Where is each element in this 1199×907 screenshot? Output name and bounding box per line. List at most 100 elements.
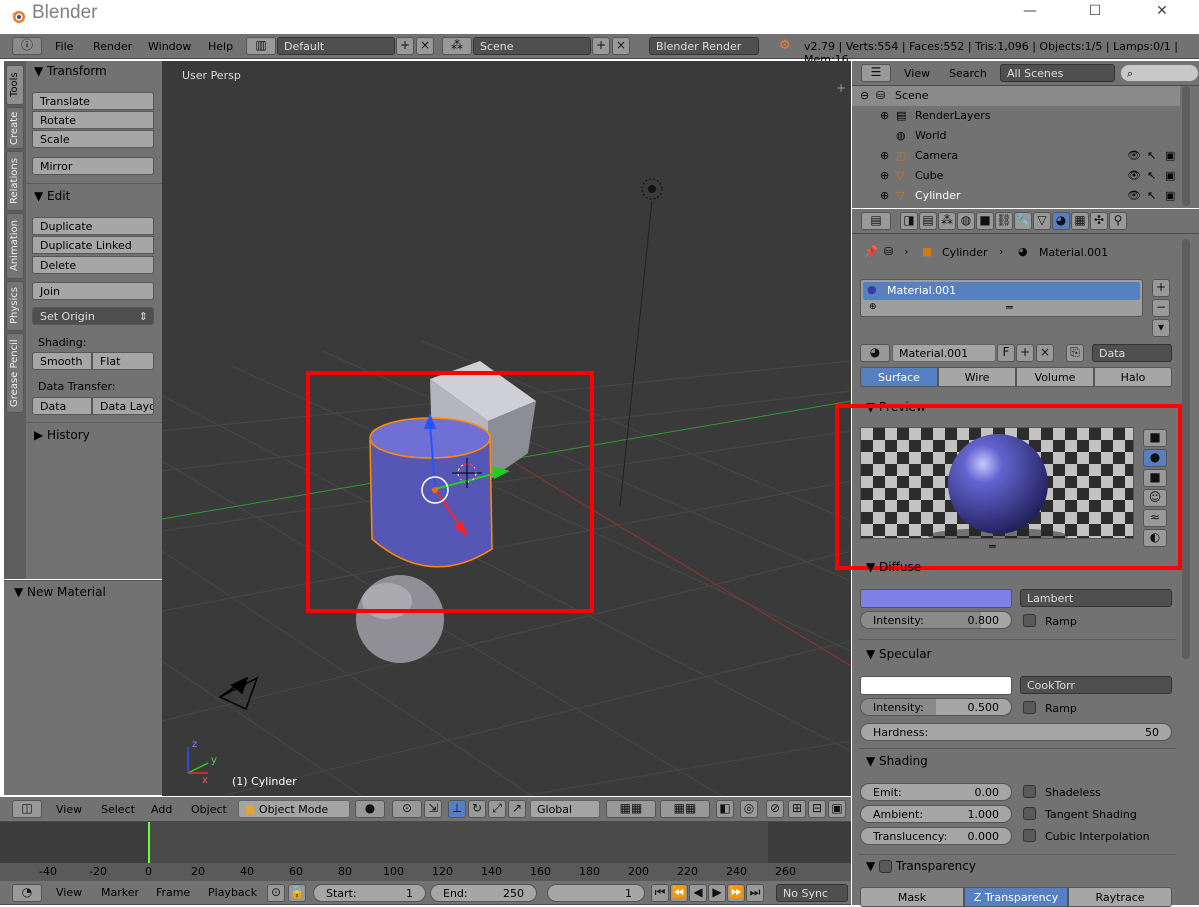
- slot-specials-button[interactable]: ▾: [1152, 319, 1170, 337]
- shadeless-checkbox[interactable]: [1023, 785, 1036, 798]
- specular-color-swatch[interactable]: [860, 676, 1012, 695]
- duplicate-button[interactable]: Duplicate: [32, 217, 154, 235]
- scene-tab-icon[interactable]: ⁂: [938, 212, 956, 230]
- expand-icon[interactable]: ⊕: [880, 169, 889, 182]
- tab-create[interactable]: Create: [6, 107, 24, 149]
- material-browse-icon[interactable]: ◕: [860, 344, 890, 362]
- collapse-icon[interactable]: ⊖: [860, 89, 869, 102]
- specular-shader-select[interactable]: CookTorr: [1020, 676, 1172, 694]
- menu-timeline-view[interactable]: View: [56, 886, 82, 899]
- add-slot-button[interactable]: +: [1152, 279, 1170, 297]
- specular-ramp-checkbox[interactable]: [1023, 701, 1036, 714]
- outliner-search-input[interactable]: ⌕: [1120, 64, 1199, 82]
- render-layers-tab-icon[interactable]: ▤: [919, 212, 937, 230]
- menu-object[interactable]: Object: [191, 803, 227, 816]
- translate-manipulator-icon[interactable]: ⊥: [448, 800, 466, 818]
- outliner-row-cylinder[interactable]: ⊕ ▽ Cylinder 👁 ↖ ▣: [852, 186, 1180, 206]
- tab-physics[interactable]: Physics: [6, 281, 24, 331]
- specular-intensity-slider[interactable]: Intensity: 0.500: [860, 698, 1012, 716]
- snap-target-icon[interactable]: ⊞: [788, 800, 806, 818]
- tab-halo[interactable]: Halo: [1094, 367, 1172, 387]
- screen-layout-icon[interactable]: ▥: [246, 37, 276, 55]
- outliner-row-camera[interactable]: ⊕ ◰ Camera 👁 ↖ ▣: [852, 146, 1180, 166]
- duplicate-linked-button[interactable]: Duplicate Linked: [32, 236, 154, 254]
- menu-help[interactable]: Help: [208, 40, 233, 53]
- jump-start-icon[interactable]: ⏮: [651, 884, 669, 902]
- visibility-eye-icon[interactable]: 👁: [1127, 169, 1141, 182]
- tab-mask[interactable]: Mask: [860, 887, 964, 907]
- breadcrumb-material[interactable]: Material.001: [1039, 246, 1108, 259]
- lock-camera-icon[interactable]: ◧: [716, 800, 734, 818]
- scene-icon[interactable]: ⁂: [442, 37, 472, 55]
- orientation-select[interactable]: Global: [530, 800, 600, 818]
- outliner-row-renderlayers[interactable]: ⊕ ▤ RenderLayers: [852, 106, 1180, 126]
- render-camera-icon[interactable]: ▣: [1165, 189, 1175, 202]
- tab-z-transparency[interactable]: Z Transparency: [964, 887, 1068, 907]
- list-resize-handle[interactable]: ═: [1006, 301, 1013, 314]
- tab-surface[interactable]: Surface: [860, 367, 938, 387]
- layers-group-2[interactable]: ▦▦: [660, 800, 710, 818]
- remove-slot-button[interactable]: −: [1152, 299, 1170, 317]
- outliner-row-cube[interactable]: ⊕ ▽ Cube 👁 ↖ ▣: [852, 166, 1180, 186]
- render-camera-icon[interactable]: ▣: [1165, 149, 1175, 162]
- add-layout-button[interactable]: +: [396, 37, 414, 55]
- diffuse-color-swatch[interactable]: [860, 589, 1012, 608]
- lamp-object[interactable]: [619, 178, 663, 507]
- menu-render[interactable]: Render: [93, 40, 132, 53]
- object-tab-icon[interactable]: ■: [976, 212, 994, 230]
- transparency-checkbox[interactable]: [879, 860, 893, 873]
- material-name-field[interactable]: Material.001: [892, 344, 996, 362]
- next-keyframe-icon[interactable]: ⏩: [727, 884, 745, 902]
- scale-manipulator-icon[interactable]: ⤢: [488, 800, 506, 818]
- set-origin-select[interactable]: Set Origin ⇕: [32, 307, 154, 325]
- fake-user-button[interactable]: F: [997, 344, 1015, 362]
- outliner-row-world[interactable]: ◍ World: [852, 126, 1180, 146]
- constraints-tab-icon[interactable]: ⛓: [995, 212, 1013, 230]
- pin-icon[interactable]: 📌: [864, 245, 878, 258]
- copy-material-icon[interactable]: ⎘: [1066, 344, 1084, 362]
- render-engine-select[interactable]: Blender Render: [649, 37, 759, 55]
- ambient-field[interactable]: Ambient: 1.000: [860, 805, 1012, 823]
- menu-playback[interactable]: Playback: [208, 886, 257, 899]
- translucency-field[interactable]: Translucency: 0.000: [860, 827, 1012, 845]
- tab-volume[interactable]: Volume: [1016, 367, 1094, 387]
- outliner-row-scene[interactable]: ⊖ ⛁ Scene: [852, 86, 1180, 106]
- edit-panel-header[interactable]: ▼ Edit: [34, 189, 70, 203]
- operator-panel-header[interactable]: ▼ New Material: [14, 585, 106, 599]
- menu-marker[interactable]: Marker: [101, 886, 139, 899]
- emit-field[interactable]: Emit: 0.00: [860, 783, 1012, 801]
- material-tab-icon[interactable]: ◕: [1052, 212, 1070, 230]
- manipulator-extra-icon[interactable]: ↗: [508, 800, 526, 818]
- physics-tab-icon[interactable]: ⚲: [1109, 212, 1127, 230]
- data-layout-button[interactable]: Data Layo: [92, 397, 154, 415]
- history-panel-header[interactable]: ▶ History: [34, 428, 90, 442]
- link-type-select[interactable]: Data: [1092, 344, 1172, 362]
- timeline-area[interactable]: -40 -20 0 20 40 60 80 100 120 140 160 18…: [0, 822, 851, 881]
- minimize-button[interactable]: —: [1017, 3, 1043, 23]
- breadcrumb-object[interactable]: Cylinder: [942, 246, 988, 259]
- visibility-eye-icon[interactable]: 👁: [1127, 149, 1141, 162]
- material-slot-item[interactable]: ● Material.001: [863, 282, 1140, 300]
- current-frame-field[interactable]: 1: [547, 884, 645, 902]
- menu-select[interactable]: Select: [101, 803, 135, 816]
- tab-grease-pencil[interactable]: Grease Pencil: [6, 333, 24, 413]
- remove-layout-button[interactable]: ×: [416, 37, 434, 55]
- hardness-slider[interactable]: Hardness: 50: [860, 723, 1172, 741]
- tab-raytrace[interactable]: Raytrace: [1068, 887, 1172, 907]
- outliner-scrollbar[interactable]: [1182, 86, 1190, 206]
- unlink-material-button[interactable]: ×: [1036, 344, 1054, 362]
- diffuse-intensity-slider[interactable]: Intensity: 0.800: [860, 611, 1012, 629]
- remove-scene-button[interactable]: ×: [612, 37, 630, 55]
- outliner-menu-search[interactable]: Search: [949, 67, 987, 80]
- modifiers-tab-icon[interactable]: 🔧: [1014, 212, 1032, 230]
- scale-button[interactable]: Scale: [32, 130, 154, 148]
- menu-window[interactable]: Window: [148, 40, 191, 53]
- selectable-cursor-icon[interactable]: ↖: [1147, 149, 1156, 162]
- keying-lock-icon[interactable]: 🔒: [288, 884, 306, 902]
- join-button[interactable]: Join: [32, 282, 154, 300]
- start-frame-field[interactable]: Start: 1: [313, 884, 426, 902]
- tab-animation[interactable]: Animation: [6, 213, 24, 279]
- delete-button[interactable]: Delete: [32, 256, 154, 274]
- auto-keying-icon[interactable]: ⊙: [267, 884, 285, 902]
- selectable-cursor-icon[interactable]: ↖: [1147, 189, 1156, 202]
